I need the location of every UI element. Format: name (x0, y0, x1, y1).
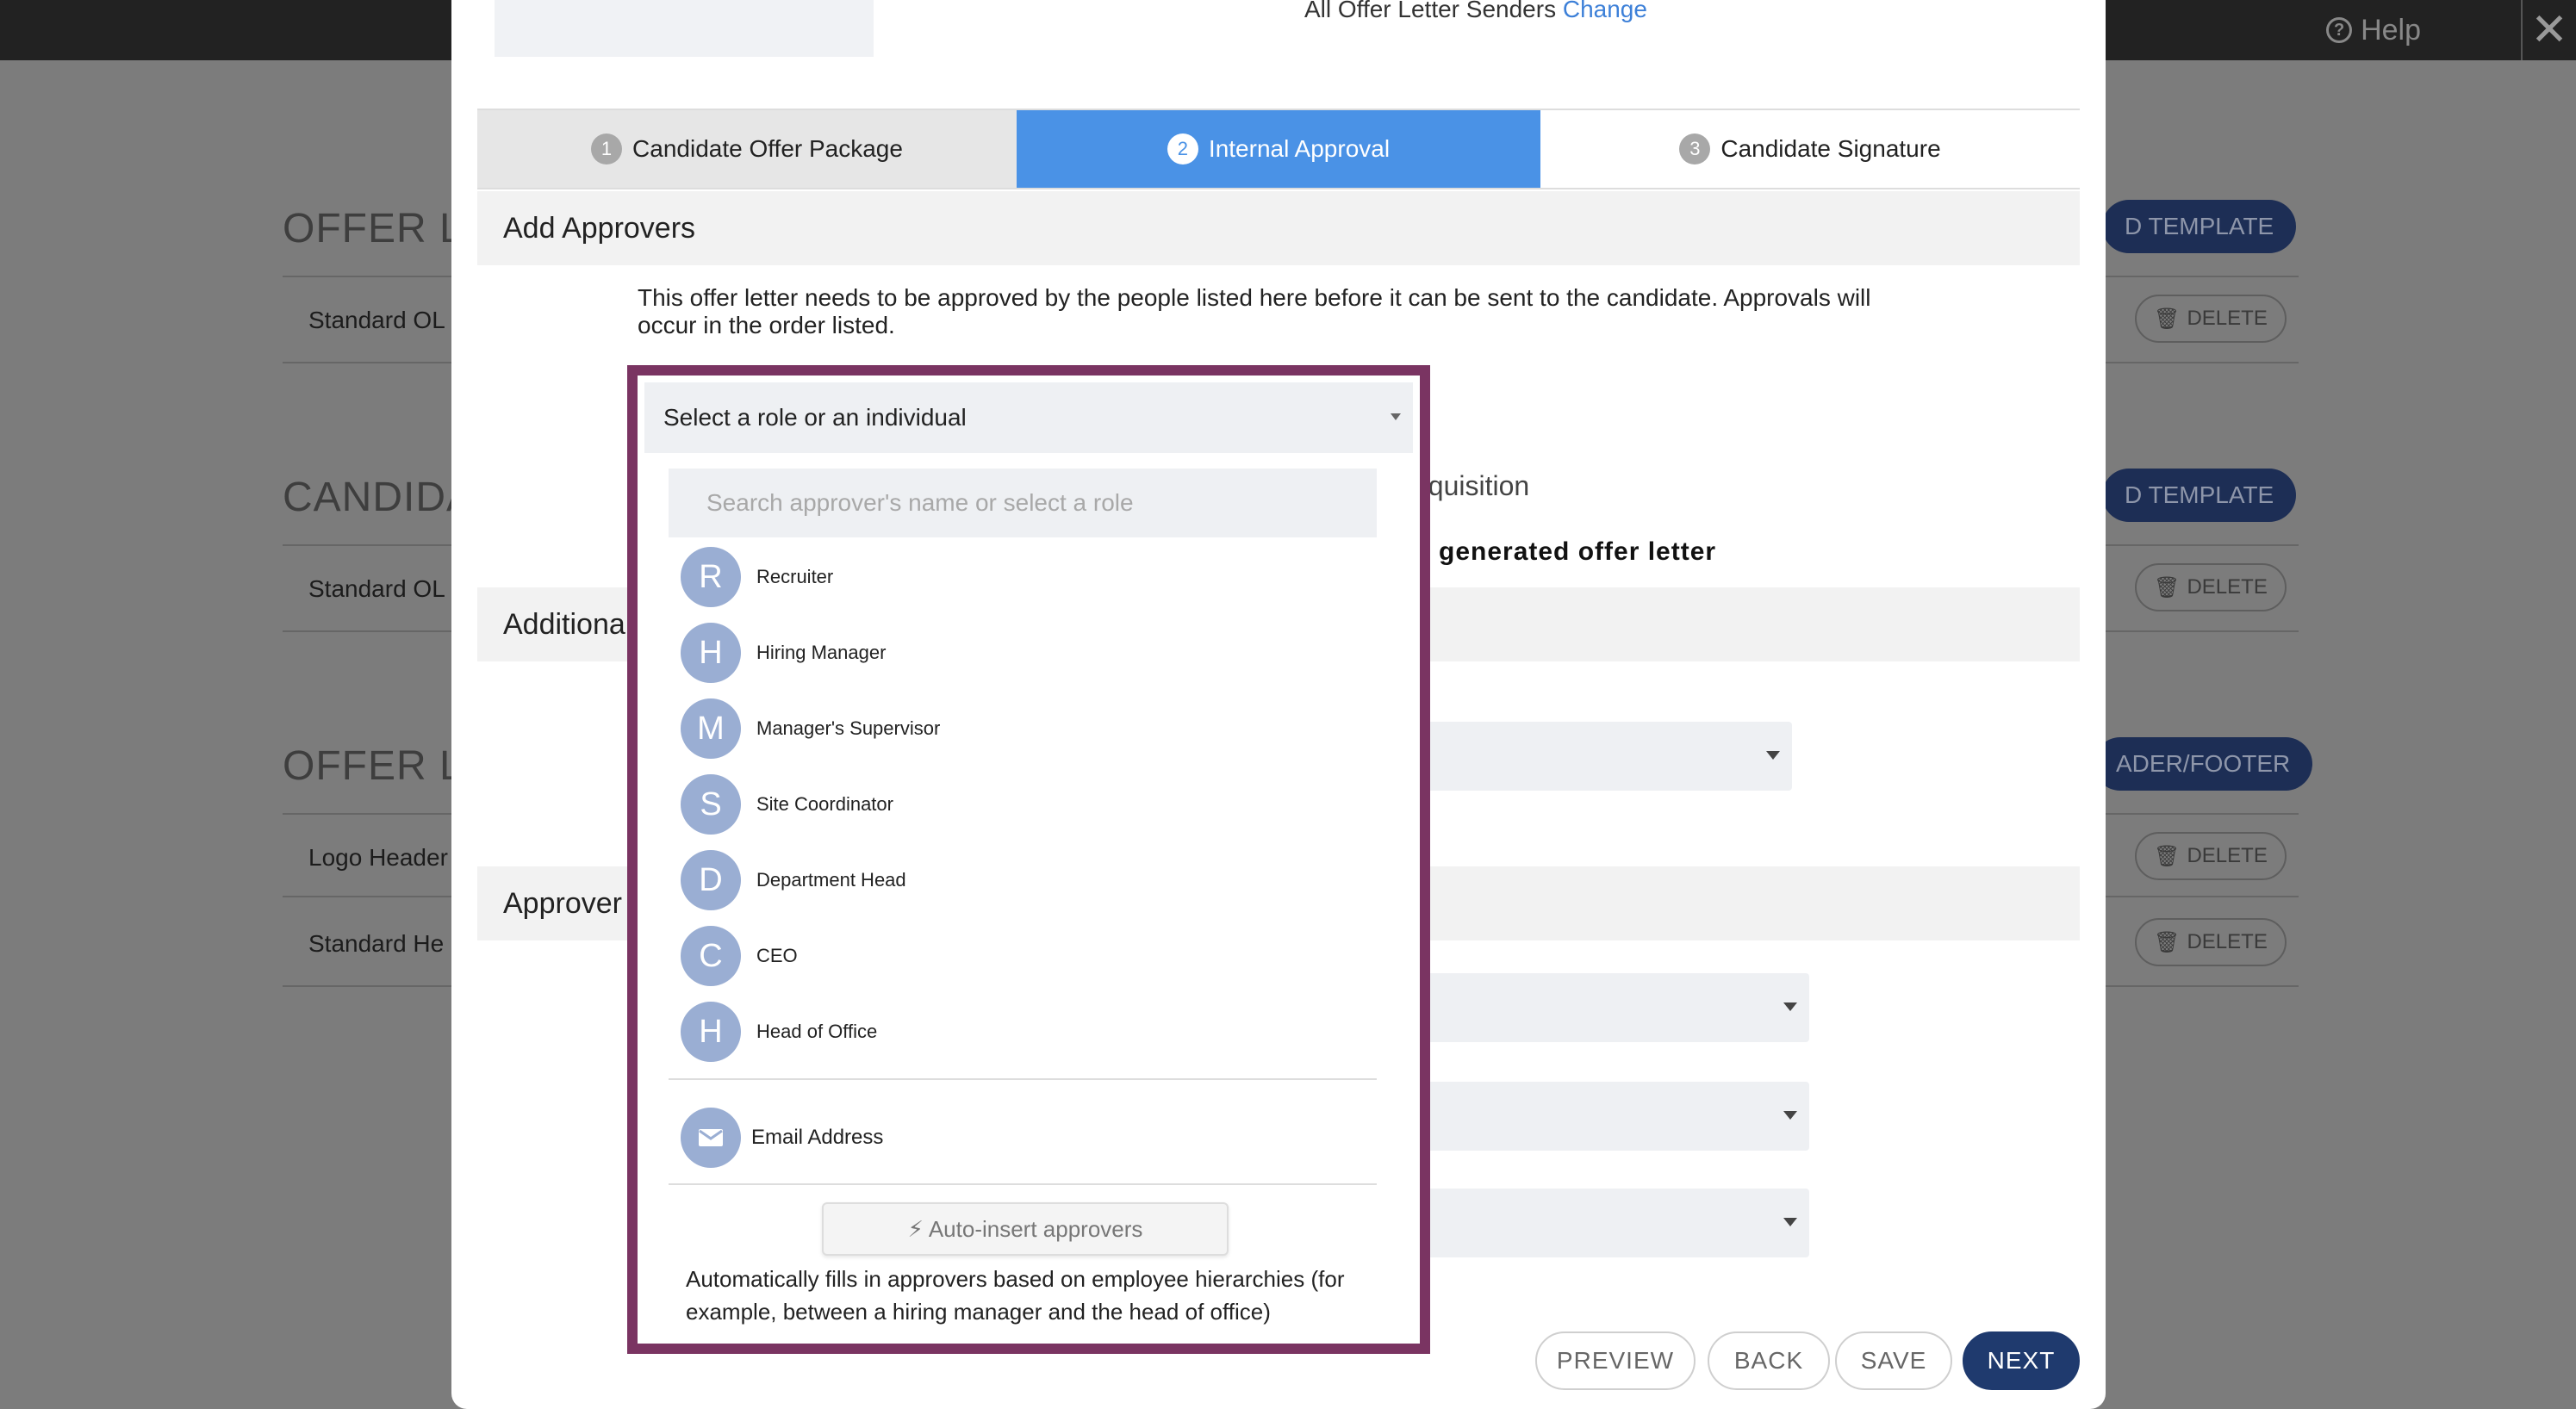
chevron-down-icon (1783, 1002, 1797, 1011)
list-item-department-head[interactable]: D Department Head (681, 842, 1370, 918)
delete-button[interactable]: 🗑 DELETE (2135, 918, 2287, 966)
chevron-down-icon (1391, 413, 1401, 420)
change-senders-link[interactable]: Change (1563, 0, 1647, 22)
back-button[interactable]: BACK (1708, 1331, 1830, 1390)
help-label: Help (2361, 13, 2421, 47)
list-item-head-of-office[interactable]: H Head of Office (681, 994, 1370, 1070)
avatar: S (681, 774, 741, 835)
approver-select-1[interactable] (1408, 973, 1809, 1042)
auto-insert-approvers-button[interactable]: ⚡ Auto-insert approvers (822, 1202, 1229, 1256)
avatar: M (681, 698, 741, 759)
list-item-email-address[interactable]: Email Address (681, 1108, 883, 1168)
auto-insert-label: Auto-insert approvers (928, 1215, 1143, 1242)
delete-label: DELETE (2187, 575, 2268, 599)
role-label: Site Coordinator (756, 793, 893, 815)
delete-label: DELETE (2187, 844, 2268, 867)
trash-icon: 🗑 (2154, 575, 2181, 599)
step-label: Candidate Signature (1720, 135, 1941, 162)
approver-select-3[interactable] (1408, 1189, 1809, 1257)
template-row: Standard OL (308, 307, 445, 333)
add-approvers-header: Add Approvers (477, 191, 2080, 265)
role-list: R Recruiter H Hiring Manager M Manager's… (681, 539, 1370, 1070)
approver-search-input[interactable] (669, 469, 1377, 537)
template-row: Standard He (308, 930, 445, 957)
template-row: Logo Header (308, 844, 448, 871)
role-label: Recruiter (756, 566, 834, 587)
add-header-footer-button[interactable]: ADER/FOOTER (2094, 737, 2313, 791)
logo-placeholder (495, 0, 874, 57)
template-row: Standard OL (308, 575, 445, 602)
avatar: R (681, 547, 741, 607)
role-label: Head of Office (756, 1021, 878, 1042)
requisition-text: equisition (1413, 470, 1530, 501)
section-title: CANDIDA (283, 475, 476, 520)
chevron-down-icon (1766, 751, 1780, 760)
tab-candidate-offer-package[interactable]: 1 Candidate Offer Package (477, 110, 1017, 188)
additional-select[interactable] (1408, 722, 1792, 791)
delete-button[interactable]: 🗑 DELETE (2135, 295, 2287, 343)
tab-internal-approval[interactable]: 2 Internal Approval (1017, 110, 1540, 188)
trash-icon: 🗑 (2154, 930, 2181, 954)
next-button[interactable]: NEXT (1963, 1331, 2080, 1390)
list-item-recruiter[interactable]: R Recruiter (681, 539, 1370, 615)
delete-button[interactable]: 🗑 DELETE (2135, 563, 2287, 611)
add-template-button[interactable]: D TEMPLATE (2102, 200, 2297, 253)
chevron-down-icon (1783, 1111, 1797, 1120)
delete-label: DELETE (2187, 930, 2268, 953)
chevron-down-icon (1783, 1218, 1797, 1226)
envelope-icon (681, 1108, 741, 1168)
delete-button[interactable]: 🗑 DELETE (2135, 832, 2287, 880)
role-select-value: Select a role or an individual (663, 404, 967, 431)
divider (669, 1183, 1377, 1185)
approver-dropdown-highlight: Select a role or an individual R Recruit… (627, 365, 1430, 1354)
step-label: Candidate Offer Package (632, 135, 903, 162)
save-button[interactable]: SAVE (1835, 1331, 1952, 1390)
tab-candidate-signature[interactable]: 3 Candidate Signature (1540, 110, 2080, 188)
generated-offer-letter-text: generated offer letter (1439, 537, 1717, 566)
list-item-hiring-manager[interactable]: H Hiring Manager (681, 615, 1370, 691)
role-label: Hiring Manager (756, 642, 887, 663)
role-label: Manager's Supervisor (756, 717, 941, 739)
trash-icon: 🗑 (2154, 307, 2181, 331)
avatar: D (681, 850, 741, 910)
step-number: 1 (591, 133, 623, 164)
senders-line: All Offer Letter Senders Change (1304, 0, 1647, 22)
email-address-label: Email Address (751, 1126, 884, 1149)
approver-select-2[interactable] (1408, 1082, 1809, 1151)
list-item-site-coordinator[interactable]: S Site Coordinator (681, 767, 1370, 842)
approval-description: This offer letter needs to be approved b… (638, 284, 1871, 338)
step-tabs: 1 Candidate Offer Package 2 Internal App… (477, 109, 2080, 189)
close-icon[interactable]: ✕ (2521, 0, 2576, 60)
role-select[interactable]: Select a role or an individual (644, 382, 1413, 453)
step-label: Internal Approval (1208, 135, 1391, 162)
add-template-button[interactable]: D TEMPLATE (2102, 469, 2297, 522)
role-label: Department Head (756, 869, 906, 891)
auto-insert-description: Automatically fills in approvers based o… (686, 1266, 1345, 1325)
avatar: C (681, 926, 741, 986)
list-item-ceo[interactable]: C CEO (681, 918, 1370, 994)
question-circle-icon: ? (2326, 17, 2353, 43)
help-link[interactable]: ? Help (2326, 0, 2421, 60)
role-label: CEO (756, 945, 798, 966)
divider (669, 1078, 1377, 1080)
avatar: H (681, 1002, 741, 1062)
senders-text: All Offer Letter Senders (1304, 0, 1557, 22)
trash-icon: 🗑 (2154, 844, 2181, 868)
delete-label: DELETE (2187, 307, 2268, 330)
avatar: H (681, 623, 741, 683)
lightning-bolt-icon: ⚡ (907, 1215, 924, 1242)
step-number: 3 (1679, 133, 1711, 164)
step-number: 2 (1167, 133, 1198, 164)
list-item-managers-supervisor[interactable]: M Manager's Supervisor (681, 691, 1370, 767)
preview-button[interactable]: PREVIEW (1535, 1331, 1696, 1390)
